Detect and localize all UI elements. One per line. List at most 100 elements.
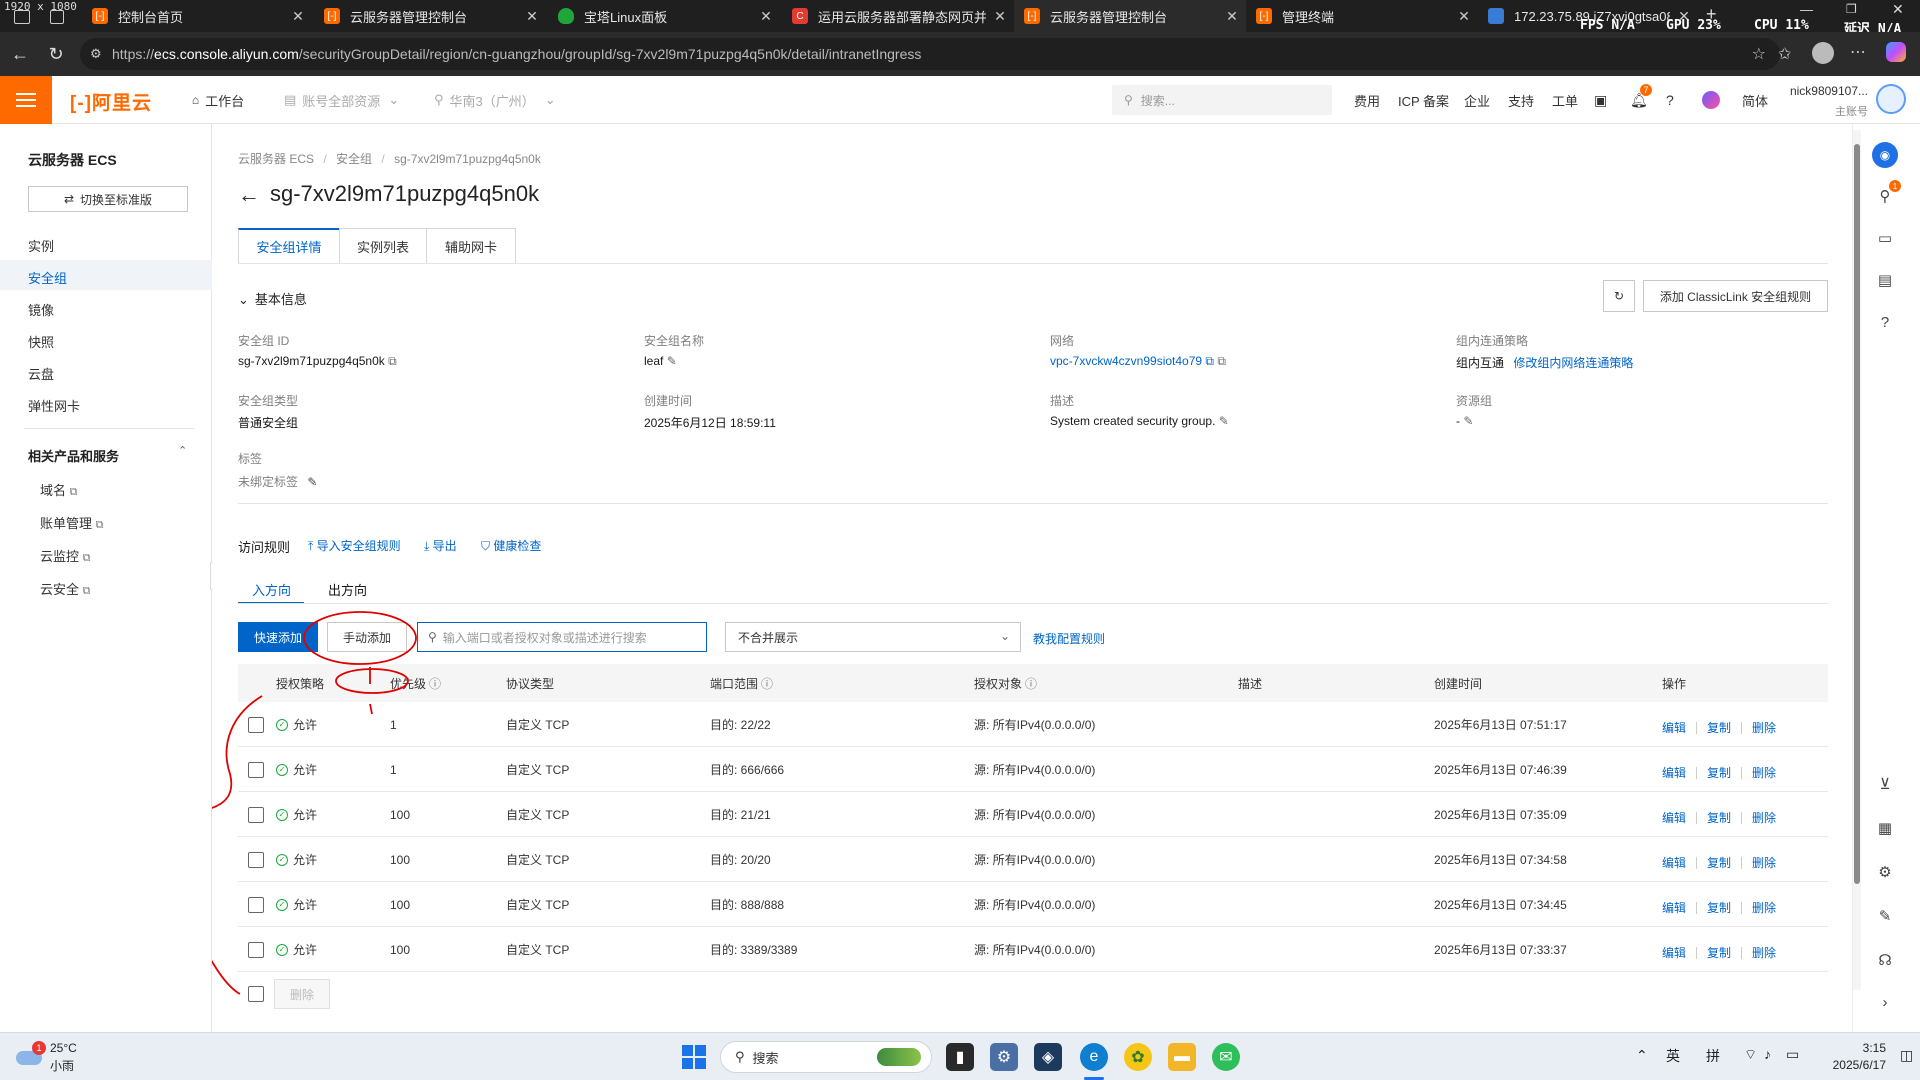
task-view-icon[interactable]: ▮ [946,1043,974,1071]
sidebar-item-disks[interactable]: 云盘 [28,364,54,383]
close-tab-icon[interactable]: ✕ [752,8,780,25]
header-link-support[interactable]: 支持 [1508,76,1534,124]
close-tab-icon[interactable]: ✕ [518,8,546,25]
browser-tab-5[interactable]: [-] 云服务器管理控制台 ✕ [1014,0,1246,32]
calculator-icon[interactable]: ▦ [1875,818,1895,838]
ime-english[interactable]: 英 [1666,1046,1680,1066]
ecs-sidebar: 云服务器 ECS ⇄ 切换至标准版 实例 安全组 镜像 快照 云盘 弹性网卡 相关… [0,124,224,1032]
bell-icon[interactable]: 🔔︎ 7 [1630,76,1652,124]
reload-icon[interactable]: ↻ [42,40,70,68]
language-switch[interactable]: 简体 [1742,76,1768,124]
sidebar-item-eni[interactable]: 弹性网卡 [28,396,80,415]
windows-start-icon[interactable] [680,1043,708,1071]
help-circle-icon[interactable]: ? [1875,312,1895,332]
file-explorer-icon[interactable]: ▬ [1168,1043,1196,1071]
weather-icon[interactable]: 1 [16,1041,46,1069]
scrollbar-thumb[interactable] [1854,144,1860,884]
browser-tab-1[interactable]: [-] 控制台首页 ✕ [82,0,312,32]
header-link-icp[interactable]: ICP 备案 [1398,76,1449,124]
external-link-icon: ⧉ [95,519,104,531]
favorites-icon[interactable]: ✩ [1778,44,1791,64]
minimize-icon[interactable]: — [1800,2,1813,17]
page-scrollbar[interactable] [1853,130,1861,990]
volume-icon[interactable]: ♪ [1764,1046,1771,1062]
sidebar-item-snapshots[interactable]: 快照 [28,332,54,351]
settings-icon[interactable]: ⚙ [1875,862,1895,882]
bookmark-star-icon[interactable]: ☆ [1752,44,1766,64]
aliyun-favicon-icon: [-] [1256,8,1272,24]
switch-edition-button[interactable]: ⇄ 切换至标准版 [28,186,188,212]
user-name[interactable]: nick9809107... [1788,84,1868,98]
user-avatar[interactable] [1876,84,1906,114]
wechat-icon[interactable]: ✉ [1212,1043,1240,1071]
back-icon[interactable]: ← [6,40,34,68]
browser-tab-2[interactable]: [-] 云服务器管理控制台 ✕ [314,0,546,32]
clock-date[interactable]: 2025/6/17 [1820,1058,1886,1072]
profile-avatar[interactable] [1812,42,1834,64]
cart-icon[interactable]: ⊻ [1875,774,1895,794]
headset-icon[interactable]: ☊ [1875,950,1895,970]
close-tab-icon[interactable]: ✕ [1218,8,1246,25]
terminal-icon[interactable]: ▣ [1594,76,1607,124]
news-icon[interactable]: ▭ [1875,228,1895,248]
close-tab-icon[interactable]: ✕ [284,8,312,25]
hamburger-menu-icon[interactable] [0,76,52,124]
close-window-icon[interactable]: ✕ [1892,1,1904,18]
annotation-circle-priority [335,668,409,694]
sidebar-item-security-groups[interactable]: 安全组 [28,268,67,287]
sidebar-section-related[interactable]: 相关产品和服务 [28,446,119,465]
battery-icon[interactable]: ▭ [1786,1046,1799,1063]
ime-pinyin[interactable]: 拼 [1706,1046,1720,1066]
tray-expand-icon[interactable]: ⌃ [1636,1047,1648,1064]
browser-tab-3[interactable]: 宝塔Linux面板 ✕ [548,0,780,32]
url-field[interactable]: ⚙ https://ecs.console.aliyun.com/securit… [80,38,1780,70]
sidebar-item-instances[interactable]: 实例 [28,236,54,255]
header-link-enterprise[interactable]: 企业 [1464,76,1490,124]
weather-temp: 25°C [50,1041,77,1055]
close-tab-icon[interactable]: ✕ [986,8,1014,25]
header-link-ticket[interactable]: 工单 [1552,76,1578,124]
address-bar-row: ← ↻ ⚙ https://ecs.console.aliyun.com/sec… [0,32,1920,76]
sidebar-related-monitor[interactable]: 云监控 ⧉ [40,546,91,565]
account-scope-select[interactable]: ▤ 账号全部资源 ⌄ [284,76,399,124]
sidebar-item-images[interactable]: 镜像 [28,300,54,319]
external-link-icon: ⧉ [82,552,91,564]
chevron-up-icon[interactable]: ⌃ [178,444,187,457]
switch-icon: ⇄ [63,192,75,206]
console-search-input[interactable]: ⚲ 搜索... [1112,85,1332,115]
assistant-robot-icon[interactable]: ◉ [1872,142,1898,168]
browser-tab-4[interactable]: C 运用云服务器部署静态网页并通 ✕ [782,0,1014,32]
copilot-icon[interactable] [1886,42,1906,62]
app-icon-blue[interactable]: ◈ [1034,1043,1062,1071]
sidebar-related-billing[interactable]: 账单管理 ⧉ [40,513,104,532]
help-icon[interactable]: ? [1666,76,1674,124]
document-icon[interactable]: ▤ [1875,270,1895,290]
sidebar-related-domain[interactable]: 域名 ⧉ [40,480,78,499]
sidebar-related-security[interactable]: 云安全 ⧉ [40,579,91,598]
browser-tab-6[interactable]: [-] 管理终端 ✕ [1246,0,1478,32]
close-tab-icon[interactable]: ✕ [1450,8,1478,25]
external-link-icon: ⧉ [69,486,78,498]
notification-icon[interactable]: ◫ [1900,1047,1913,1064]
header-link-fee[interactable]: 费用 [1354,76,1380,124]
app-icon-yellow[interactable]: ✿ [1124,1043,1152,1071]
chevron-right-icon[interactable]: › [1875,992,1895,1012]
ai-assistant-icon[interactable] [1702,76,1720,124]
bell-badge: 7 [1640,84,1652,96]
annotation-tick [369,667,373,715]
restore-icon[interactable]: ❐ [1846,2,1857,16]
wifi-icon[interactable]: ⌔ [1744,1046,1757,1064]
search-icon[interactable]: ⚲ 1 [1875,180,1901,206]
workbench-button[interactable]: ⌂ 工作台 [176,76,260,124]
site-info-icon[interactable]: ⚙ [90,46,102,62]
clock-time[interactable]: 3:15 [1820,1041,1886,1055]
edge-browser-icon[interactable]: e [1080,1043,1108,1071]
aliyun-logo[interactable]: [-]阿里云 [70,88,152,115]
taskbar-search-input[interactable]: ⚲ 搜索 [720,1041,932,1073]
region-select[interactable]: ⚲ 华南3（广州） ⌄ [434,76,556,124]
workspaces-icon[interactable] [14,10,30,24]
tab-actions-icon[interactable] [50,10,64,24]
edit-note-icon[interactable]: ✎ [1875,906,1895,926]
more-icon[interactable]: ⋯ [1850,42,1866,62]
settings-app-icon[interactable]: ⚙ [990,1043,1018,1071]
